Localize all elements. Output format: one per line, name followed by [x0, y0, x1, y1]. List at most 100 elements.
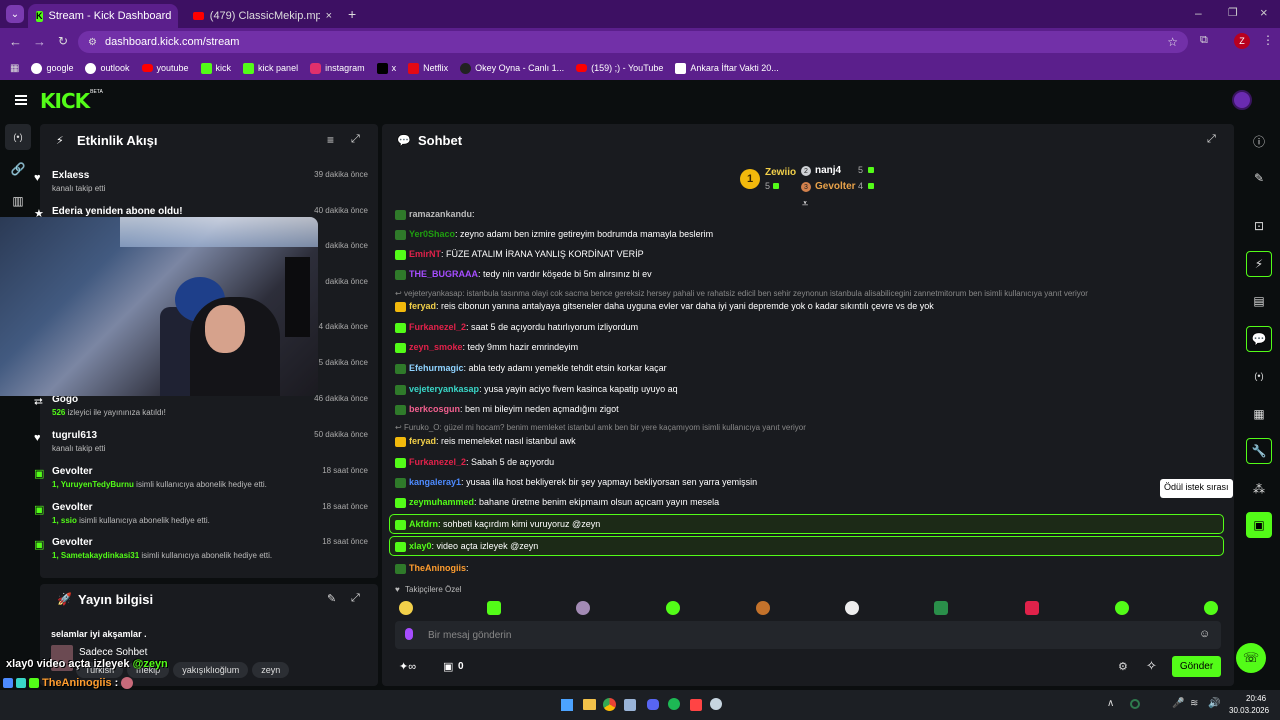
microphone-icon[interactable]: [405, 628, 413, 640]
tray-chevron-icon[interactable]: ∧: [1107, 698, 1114, 709]
chat-message[interactable]: xlay0: video açta izleyek @zeyn: [395, 541, 538, 552]
bookmark-youtube-159[interactable]: (159) ;) - YouTube: [576, 63, 663, 73]
chat-username[interactable]: feryad: [409, 436, 436, 446]
hamburger-menu-icon[interactable]: [15, 95, 27, 105]
chat-username[interactable]: Efehurmagic: [409, 363, 464, 373]
kick-app-icon[interactable]: ▣: [1246, 512, 1272, 538]
chat-username[interactable]: Furkanezel_2: [409, 457, 466, 467]
extensions-icon[interactable]: ⧉: [1200, 34, 1208, 47]
support-chat-button[interactable]: ☏: [1236, 643, 1266, 673]
document-icon[interactable]: ▤: [1246, 288, 1272, 314]
chat-message[interactable]: zeymuhammed: bahane üretme benim ekipmaı…: [395, 497, 719, 508]
chat-username[interactable]: berkcosgun: [409, 404, 460, 414]
profile-avatar[interactable]: Z: [1234, 33, 1250, 49]
edit-icon[interactable]: ✎: [327, 592, 336, 605]
mic-icon[interactable]: 🎤: [1172, 698, 1184, 709]
app-icon[interactable]: [690, 699, 702, 711]
reload-icon[interactable]: ↻: [58, 34, 68, 48]
bookmark-star-icon[interactable]: ☆: [1167, 35, 1178, 49]
emote[interactable]: [845, 601, 859, 615]
chat-input[interactable]: Bir mesaj gönderin ☺: [395, 621, 1221, 649]
chat-message[interactable]: feryad: reis cibonun yanına antalyaya gi…: [395, 301, 934, 312]
menu-dots-icon[interactable]: ⋮: [1262, 33, 1274, 47]
chat-message[interactable]: Efehurmagic: abla tedy adamı yemekle teh…: [395, 363, 667, 374]
user-avatar[interactable]: [1232, 90, 1252, 110]
chat-message[interactable]: zeyn_smoke: tedy 9mm hazir emrindeyim: [395, 342, 578, 353]
tag[interactable]: yakışıklıoğlum: [173, 662, 249, 678]
emote[interactable]: [576, 601, 590, 615]
pinned-icon[interactable]: ▣: [443, 660, 453, 673]
chat-bubble-icon[interactable]: 💬: [1246, 326, 1272, 352]
analytics-icon[interactable]: ▥: [5, 188, 31, 214]
tab-stream-dashboard[interactable]: K Stream - Kick Dashboard ×: [28, 4, 178, 28]
send-button[interactable]: Gönder: [1172, 656, 1221, 677]
discord-icon[interactable]: [647, 699, 659, 710]
forward-icon[interactable]: →: [33, 34, 46, 49]
popout-icon[interactable]: ⤢: [351, 592, 360, 605]
emote[interactable]: [399, 601, 413, 615]
broadcast-icon[interactable]: (•): [1246, 363, 1272, 389]
chat-username[interactable]: EmirNT: [409, 249, 441, 259]
expand-leaderboard-icon[interactable]: ⩡: [802, 198, 808, 211]
printer-icon[interactable]: ▦: [1246, 401, 1272, 427]
bookmark-iftar[interactable]: Ankara İftar Vakti 20...: [675, 62, 779, 74]
pencil-icon[interactable]: ✎: [1246, 165, 1272, 191]
chat-message[interactable]: berkcosgun: ben mi bileyim neden açmadığ…: [395, 404, 619, 415]
bookmark-kick[interactable]: kick: [200, 62, 231, 74]
site-info-icon[interactable]: ⚙: [88, 37, 97, 48]
chat-username[interactable]: ramazankandu: [409, 209, 472, 219]
maximize-button[interactable]: ❐: [1228, 6, 1238, 19]
filter-icon[interactable]: ≡: [327, 133, 334, 147]
tab-close-icon[interactable]: ×: [177, 10, 178, 22]
info-icon[interactable]: ⓘ: [1246, 128, 1272, 154]
close-window-button[interactable]: ×: [1260, 5, 1268, 20]
chat-message[interactable]: TheAninogiis:: [395, 563, 469, 574]
chat-username[interactable]: kangaleray1: [409, 477, 461, 487]
bookmark-google[interactable]: google: [31, 62, 73, 74]
chat-message[interactable]: Furkanezel_2: Sabah 5 de açıyordu: [395, 457, 554, 468]
reward-queue-icon[interactable]: ⁂: [1246, 476, 1272, 502]
bookmark-kick-panel[interactable]: kick panel: [243, 62, 298, 74]
wifi-icon[interactable]: ≋: [1190, 698, 1198, 709]
chat-message[interactable]: ramazankandu:: [395, 209, 475, 220]
bookmark-netflix[interactable]: Netflix: [408, 62, 448, 74]
link-icon[interactable]: 🔗: [5, 156, 31, 182]
emote[interactable]: [1115, 601, 1129, 615]
url-field[interactable]: ⚙ dashboard.kick.com/stream ☆: [78, 31, 1188, 53]
chat-message[interactable]: Furkanezel_2: saat 5 de açıyordu hatırlı…: [395, 322, 638, 333]
chat-message[interactable]: vejeteryankasap: yusa yayin aciyo fivem …: [395, 384, 678, 395]
bookmark-youtube[interactable]: youtube: [141, 63, 189, 73]
chat-username[interactable]: vejeteryankasap: [409, 384, 479, 394]
clock-date[interactable]: 30.03.2026: [1229, 706, 1269, 715]
clock-time[interactable]: 20:46: [1246, 694, 1266, 703]
tag[interactable]: zeyn: [252, 662, 290, 678]
chat-message[interactable]: EmirNT: FÜZE ATALIM İRANA YANLIŞ KORDİNA…: [395, 249, 644, 260]
new-tab-button[interactable]: +: [348, 6, 356, 22]
chat-message[interactable]: kangaleray1: yusaa illa host bekliyerek …: [395, 477, 757, 488]
emote[interactable]: [1025, 601, 1039, 615]
tab-close-icon[interactable]: ×: [326, 10, 332, 22]
emoji-icon[interactable]: ☺: [1199, 628, 1210, 640]
emote[interactable]: [934, 601, 948, 615]
app-icon[interactable]: [624, 699, 636, 711]
chat-username[interactable]: feryad: [409, 301, 436, 311]
chat-username[interactable]: xlay0: [409, 541, 432, 551]
chat-username[interactable]: zeyn_smoke: [409, 342, 463, 352]
popout-icon[interactable]: ⤢: [1207, 133, 1216, 146]
reply-context[interactable]: ↩ vejeteryankasap: istanbula tasınma ola…: [395, 289, 1088, 298]
tray-icon[interactable]: [1130, 699, 1140, 709]
minimize-button[interactable]: –: [1195, 6, 1202, 20]
start-icon[interactable]: [561, 699, 573, 711]
chat-message[interactable]: feryad: reis memeleket nasıl istanbul aw…: [395, 436, 576, 447]
volume-icon[interactable]: 🔊: [1208, 698, 1220, 709]
kick-logo[interactable]: KICK BETA: [40, 89, 103, 113]
popout-icon[interactable]: ⤢: [351, 133, 360, 146]
emote[interactable]: [756, 601, 770, 615]
chat-emote-button[interactable]: ✧: [1146, 658, 1157, 674]
chat-username[interactable]: TheAninogiis: [409, 563, 466, 573]
chat-username[interactable]: Akfdrn: [409, 519, 438, 529]
stream-nav-icon[interactable]: (•): [5, 124, 31, 150]
chat-message[interactable]: Yer0Shaco: zeyno adamı ben izmire getire…: [395, 229, 713, 240]
chrome-icon[interactable]: [603, 698, 616, 711]
wrench-icon[interactable]: 🔧: [1246, 438, 1272, 464]
